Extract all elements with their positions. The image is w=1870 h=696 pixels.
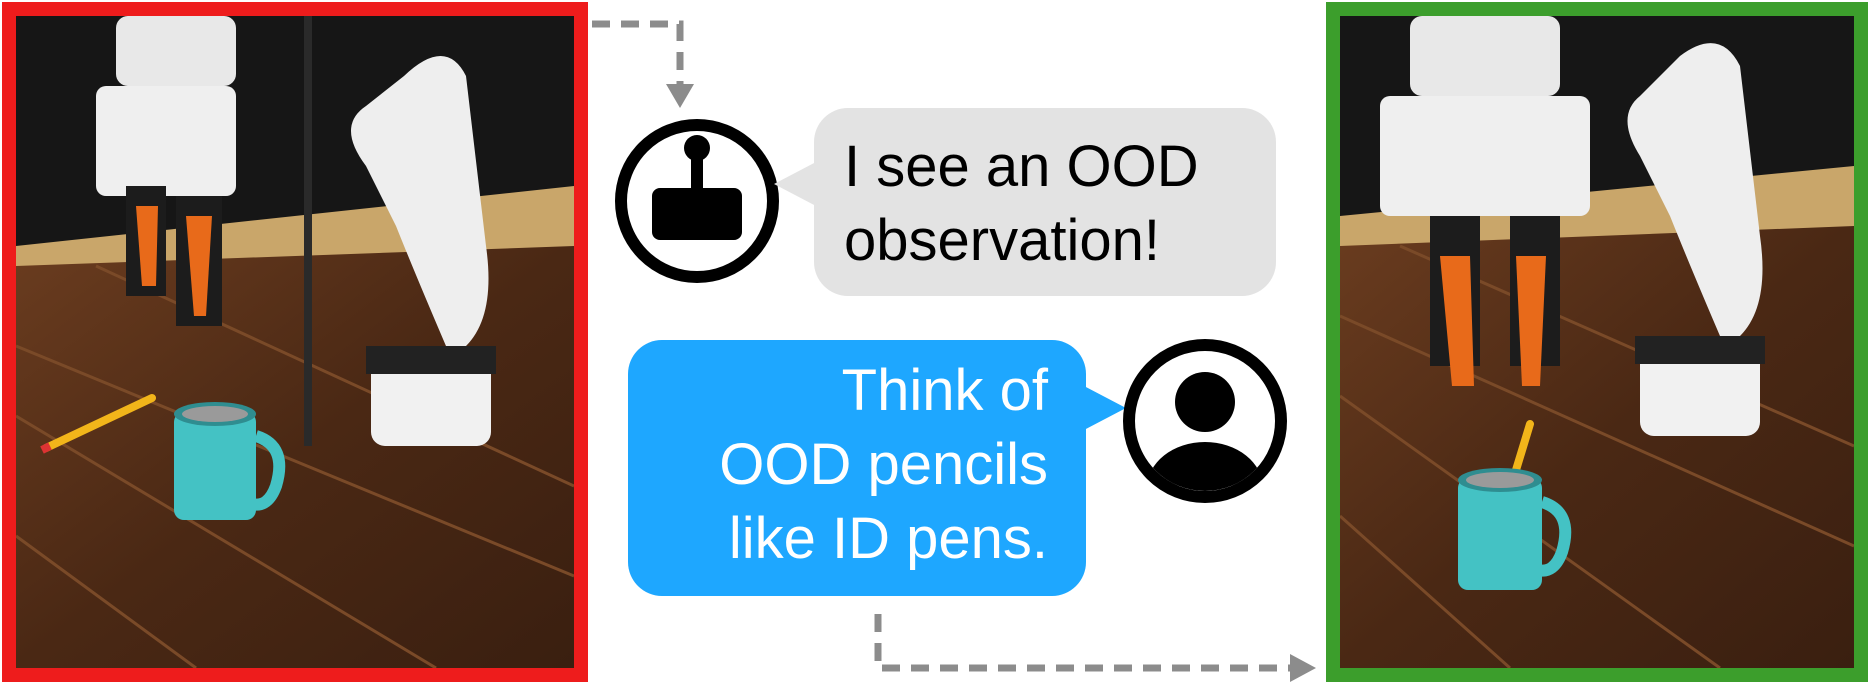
human-message-line-2: OOD pencils <box>719 432 1048 497</box>
success-outcome-photo <box>1326 2 1868 682</box>
arrow-to-robot <box>592 20 684 84</box>
robot-gripper <box>116 16 236 86</box>
wooden-table <box>1340 226 1854 668</box>
mug <box>1458 478 1542 590</box>
human-message-line-3: like ID pens. <box>728 506 1048 571</box>
arrow-to-success <box>874 614 1290 672</box>
robot-message-line-1: I see an OOD <box>844 134 1199 199</box>
robot-message-line-2: observation! <box>844 208 1160 273</box>
failure-observation-photo <box>2 2 588 682</box>
success-scene-illustration <box>1340 16 1854 668</box>
failure-scene-illustration <box>16 16 574 668</box>
robot-gripper <box>1410 16 1560 96</box>
robot-speech-bubble: I see an OOD observation! <box>774 108 1276 296</box>
human-message-line-1: Think of <box>841 358 1048 423</box>
joystick-robot-icon <box>614 118 780 284</box>
wooden-table <box>16 246 574 668</box>
mug <box>174 412 256 520</box>
human-speech-bubble: Think of OOD pencils like ID pens. <box>628 340 1126 596</box>
arrowhead-right <box>1290 654 1316 682</box>
arrowhead-down <box>666 84 694 108</box>
person-avatar-icon <box>1122 338 1288 504</box>
